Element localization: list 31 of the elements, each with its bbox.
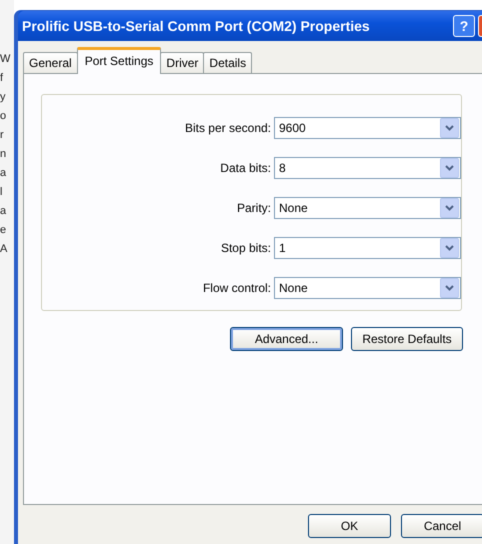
background-text: a: [0, 166, 8, 180]
dropdown[interactable]: 1: [274, 236, 461, 258]
background-text: l: [0, 185, 4, 199]
tab[interactable]: Port Settings: [76, 47, 162, 74]
field-label: Data bits:: [219, 160, 272, 174]
tab[interactable]: General: [23, 52, 78, 73]
window-title: Prolific USB-to-Serial Comm Port (COM2) Properties: [22, 18, 371, 34]
background-text: W: [0, 52, 12, 66]
background-text: o: [0, 109, 8, 123]
dropdown[interactable]: None: [274, 196, 461, 218]
ok-button[interactable]: OK: [308, 514, 391, 538]
field-label: Bits per second:: [184, 120, 272, 134]
background-text: f: [0, 71, 4, 85]
dropdown[interactable]: 8: [274, 156, 461, 178]
tab[interactable]: Details: [203, 52, 252, 73]
panel-button[interactable]: Advanced...: [230, 327, 343, 351]
dropdown[interactable]: None: [274, 276, 461, 298]
background-text: a: [0, 204, 8, 218]
field-label: Parity:: [236, 200, 272, 214]
panel-button[interactable]: Restore Defaults: [351, 327, 463, 351]
help-button[interactable]: ?: [453, 15, 475, 37]
background-text: e: [0, 223, 8, 237]
field-label: Flow control:: [202, 280, 272, 294]
background-text: y: [0, 90, 6, 104]
tab[interactable]: Driver: [160, 52, 204, 73]
background-text: n: [0, 147, 8, 161]
field-label: Stop bits:: [220, 240, 272, 254]
background-text: r: [0, 128, 5, 142]
cancel-button[interactable]: Cancel: [401, 514, 482, 538]
dropdown[interactable]: 9600: [274, 116, 461, 138]
background-text: A: [0, 242, 8, 256]
